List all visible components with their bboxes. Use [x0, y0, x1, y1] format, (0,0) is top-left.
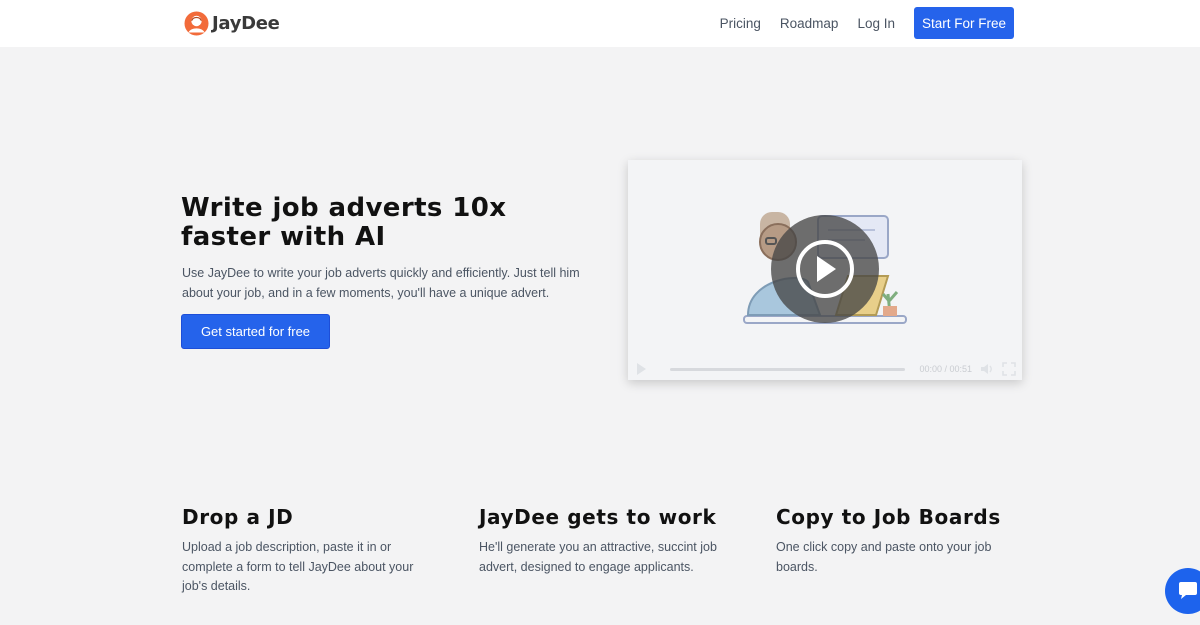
feature-title: Drop a JD [182, 505, 294, 529]
play-icon[interactable] [634, 362, 648, 376]
feature-text: He'll generate you an attractive, succin… [479, 540, 717, 574]
feature-text: Upload a job description, paste it in or… [182, 540, 414, 593]
feature-copy-to-job-boards: Copy to Job Boards One click copy and pa… [776, 505, 1006, 577]
get-started-button[interactable]: Get started for free [181, 314, 330, 349]
video-progress-bar[interactable] [670, 367, 906, 371]
video-controls: 00:00 / 00:51 [628, 358, 1022, 380]
feature-title: Copy to Job Boards [776, 505, 1001, 529]
video-play-button[interactable] [771, 215, 879, 323]
nav-pricing[interactable]: Pricing [720, 16, 761, 31]
site-header: JayDee Pricing Roadmap Log In Start For … [0, 0, 1200, 47]
hero-subtitle: Use JayDee to write your job adverts qui… [182, 266, 580, 300]
brand[interactable]: JayDee [184, 10, 280, 36]
video-time: 00:00 / 00:51 [919, 364, 972, 374]
feature-text: One click copy and paste onto your job b… [776, 540, 992, 574]
play-ring [796, 240, 854, 298]
start-for-free-button[interactable]: Start For Free [914, 7, 1014, 39]
chat-widget-button[interactable] [1165, 568, 1200, 614]
feature-title: JayDee gets to work [479, 505, 717, 529]
nav-login[interactable]: Log In [857, 16, 895, 31]
hero-title: Write job adverts 10x faster with AI [181, 193, 507, 252]
feature-drop-jd: Drop a JD Upload a job description, past… [182, 505, 417, 597]
main-nav: Pricing Roadmap Log In Start For Free [720, 7, 1014, 39]
feature-gets-to-work: JayDee gets to work He'll generate you a… [479, 505, 724, 577]
nav-roadmap[interactable]: Roadmap [780, 16, 839, 31]
brand-name: JayDee [212, 12, 280, 34]
play-icon [817, 256, 836, 282]
volume-icon[interactable] [980, 362, 994, 376]
video-player[interactable]: 00:00 / 00:51 [628, 160, 1022, 380]
logo-icon [184, 11, 209, 35]
chat-icon [1179, 582, 1197, 599]
fullscreen-icon[interactable] [1002, 362, 1016, 376]
